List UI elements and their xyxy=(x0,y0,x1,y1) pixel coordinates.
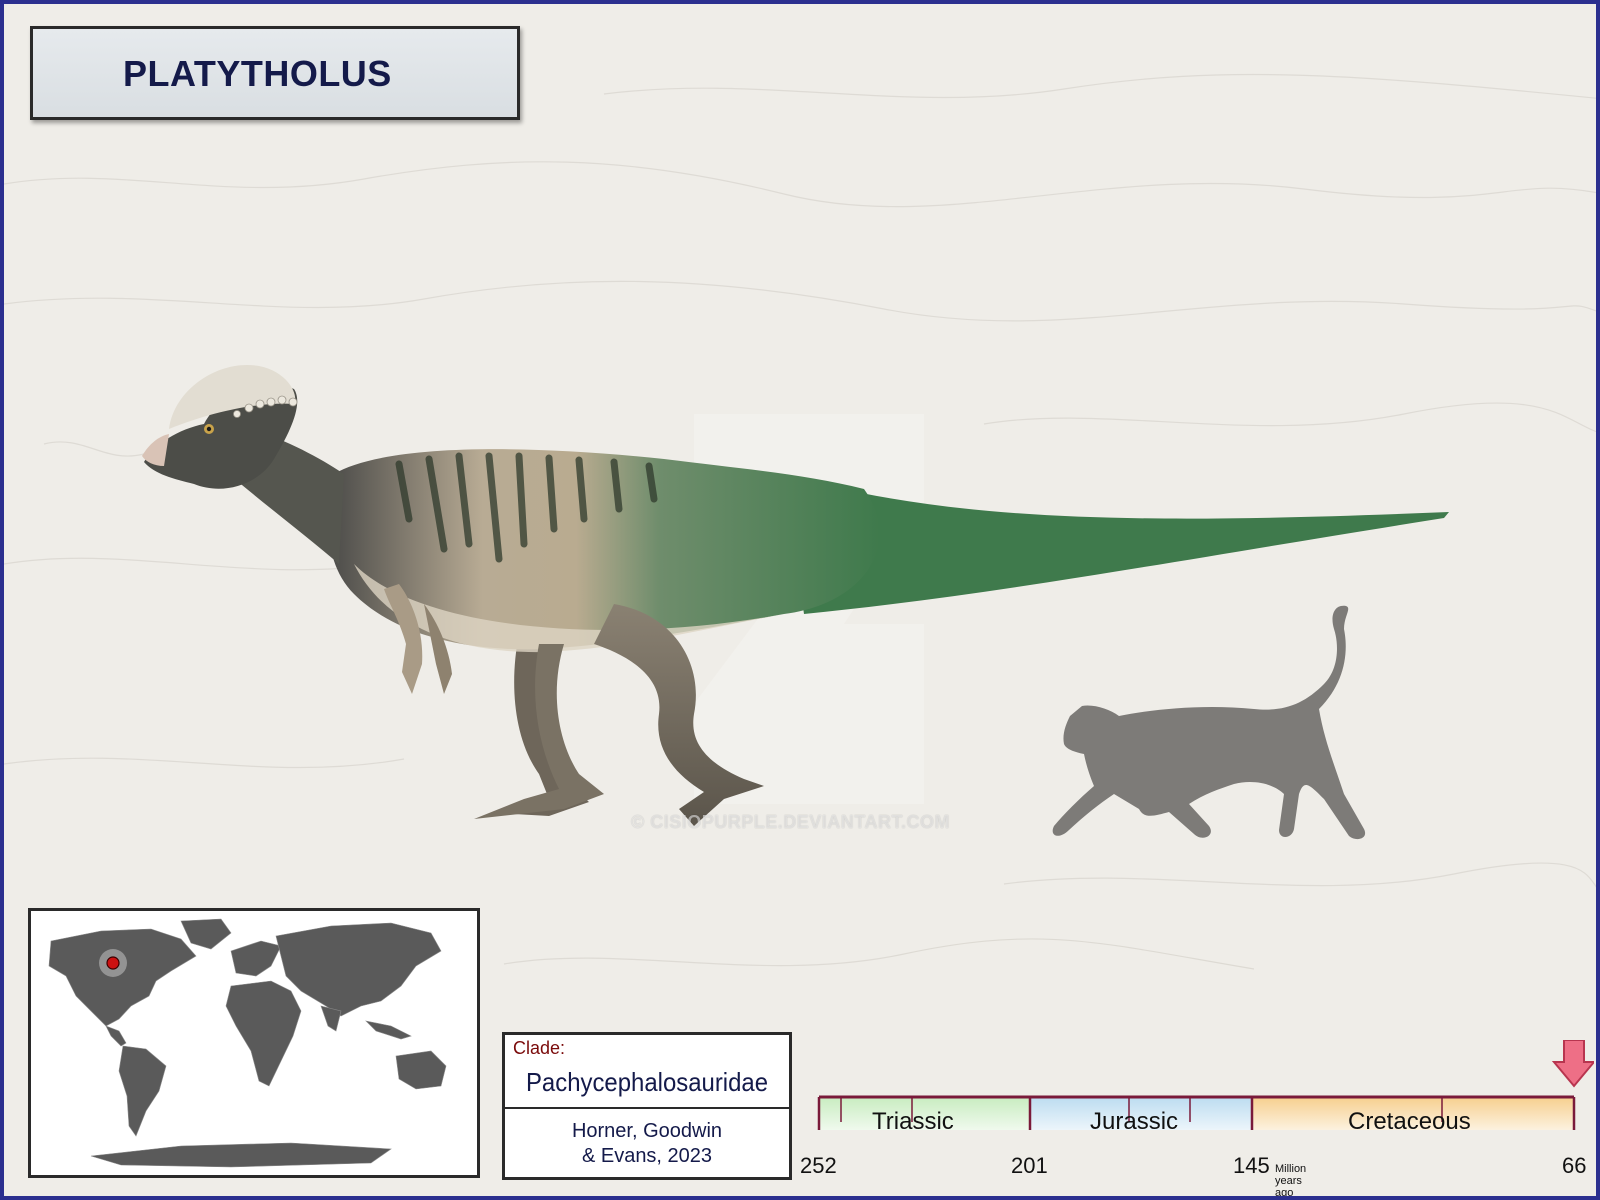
era-label-jurassic: Jurassic xyxy=(1090,1108,1179,1135)
clade-authors-line2: & Evans, 2023 xyxy=(581,1145,713,1167)
age-marker-arrow xyxy=(1551,1040,1594,1088)
clade-authors: Horner, Goodwin & Evans, 2023 xyxy=(505,1119,789,1169)
world-map-graphic xyxy=(48,918,447,1168)
tick-label-201: 201 xyxy=(1011,1153,1048,1178)
clade-divider xyxy=(505,1107,789,1109)
cat-silhouette xyxy=(1052,605,1366,840)
tick-label-145: 145 xyxy=(1233,1153,1270,1178)
era-label-cretaceous: Cretaceous xyxy=(1348,1108,1471,1135)
world-map xyxy=(28,908,480,1178)
locality-marker xyxy=(106,956,120,970)
clade-authors-line1: Horner, Goodwin xyxy=(571,1120,723,1142)
poster-frame: PLATYTHOLUS © CISIOPURPLE.DEVIANTART.COM… xyxy=(0,0,1600,1200)
watermark-text: © CISIOPURPLE.DEVIANTART.COM xyxy=(631,812,950,832)
unit-label: Million years ago xyxy=(1275,1163,1307,1199)
clade-label: Clade: xyxy=(513,1038,566,1058)
tick-label-66: 66 xyxy=(1562,1153,1587,1178)
tick-label-252: 252 xyxy=(800,1153,837,1178)
clade-name: Pachycephalosauridae xyxy=(525,1067,769,1097)
clade-box: Clade: Pachycephalosauridae Horner, Good… xyxy=(502,1032,792,1180)
era-label-triassic: Triassic xyxy=(872,1108,954,1135)
